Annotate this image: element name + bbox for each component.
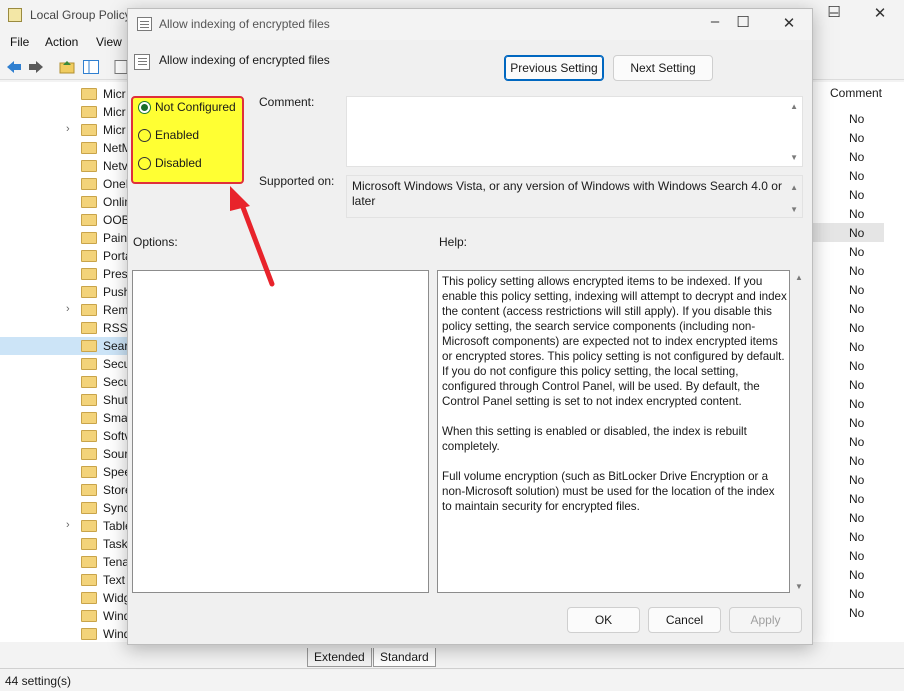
arrow-shaft [238, 199, 275, 287]
annotation-arrow [230, 186, 275, 287]
arrow-head-icon [230, 186, 250, 211]
